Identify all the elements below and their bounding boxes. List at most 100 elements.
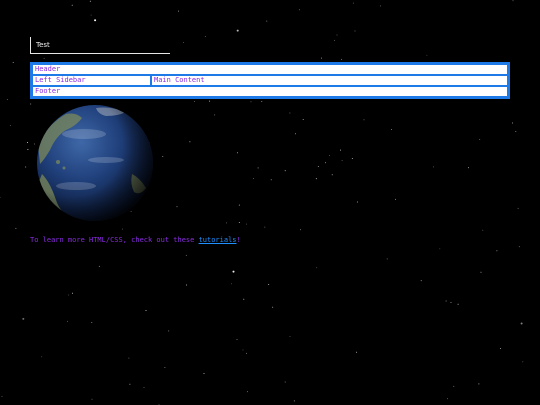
- star: [480, 271, 482, 273]
- star: [390, 129, 392, 131]
- star: [352, 2, 354, 4]
- star: [334, 39, 336, 41]
- star: [453, 385, 455, 387]
- star: [518, 246, 520, 248]
- star: [90, 14, 92, 16]
- star: [22, 317, 25, 320]
- star: [500, 348, 501, 349]
- star: [250, 101, 252, 103]
- star: [164, 367, 166, 369]
- star: [520, 322, 523, 325]
- star: [186, 284, 187, 286]
- star: [447, 398, 448, 400]
- star: [128, 357, 130, 359]
- star: [203, 373, 205, 375]
- star: [71, 4, 73, 6]
- star: [236, 152, 238, 154]
- star: [294, 133, 296, 135]
- star: [89, 0, 91, 2]
- star: [354, 30, 356, 32]
- star: [356, 351, 358, 353]
- star: [340, 149, 341, 151]
- note-prefix: To learn more HTML/CSS, check out these: [30, 236, 199, 244]
- star: [67, 320, 69, 322]
- star: [41, 356, 43, 358]
- star: [252, 178, 254, 179]
- star: [522, 361, 524, 363]
- star: [289, 112, 291, 114]
- star: [257, 167, 259, 169]
- star: [284, 170, 286, 172]
- layout-main-content: Main Content: [152, 76, 507, 85]
- star: [162, 155, 164, 157]
- star: [512, 122, 514, 124]
- star: [236, 29, 239, 32]
- star: [325, 162, 327, 164]
- star: [439, 248, 441, 250]
- star: [496, 250, 498, 252]
- star: [247, 391, 248, 393]
- star: [9, 125, 11, 126]
- star: [395, 198, 396, 200]
- star: [357, 201, 358, 203]
- star: [214, 114, 216, 116]
- star: [329, 155, 330, 157]
- star: [189, 141, 191, 143]
- star: [91, 321, 93, 323]
- star: [266, 20, 268, 22]
- star: [512, 0, 514, 2]
- star: [270, 179, 272, 181]
- star: [515, 131, 517, 133]
- star: [341, 58, 343, 60]
- star: [268, 284, 270, 286]
- star: [517, 207, 519, 209]
- star: [143, 386, 145, 388]
- star: [300, 229, 301, 231]
- page-title: Test: [36, 41, 50, 49]
- star: [482, 229, 484, 231]
- star: [341, 160, 343, 161]
- star: [379, 5, 381, 7]
- star: [6, 98, 8, 100]
- star: [316, 267, 318, 269]
- star: [243, 298, 245, 300]
- star: [145, 310, 147, 311]
- star: [331, 174, 333, 176]
- star: [432, 166, 434, 168]
- star: [94, 19, 97, 22]
- star: [426, 54, 428, 56]
- star: [209, 100, 211, 102]
- star: [351, 158, 353, 159]
- star: [302, 119, 304, 121]
- star: [232, 270, 235, 273]
- star: [467, 167, 469, 169]
- star: [176, 206, 178, 208]
- layout-footer: Footer: [33, 87, 507, 96]
- star: [27, 149, 29, 150]
- layout-grid: Header Left Sidebar Main Content Footer: [30, 62, 510, 99]
- star: [12, 62, 14, 64]
- star: [321, 57, 323, 59]
- star: [261, 101, 263, 102]
- star: [183, 41, 185, 43]
- star: [204, 36, 206, 38]
- learn-more-note: To learn more HTML/CSS, check out these …: [30, 236, 241, 244]
- page-title-box: Test: [30, 37, 170, 54]
- star: [238, 204, 240, 206]
- star: [225, 222, 227, 224]
- star: [25, 166, 27, 168]
- star: [284, 381, 286, 383]
- star: [129, 383, 131, 385]
- star: [178, 10, 179, 12]
- note-suffix: !: [236, 236, 241, 244]
- star: [445, 300, 447, 302]
- star: [479, 139, 481, 140]
- star: [34, 143, 36, 145]
- star: [315, 178, 317, 180]
- tutorials-link[interactable]: tutorials: [199, 236, 237, 244]
- star: [121, 228, 123, 230]
- layout-left-sidebar: Left Sidebar: [33, 76, 150, 85]
- star: [272, 306, 274, 308]
- star: [457, 303, 459, 305]
- star: [242, 349, 244, 351]
